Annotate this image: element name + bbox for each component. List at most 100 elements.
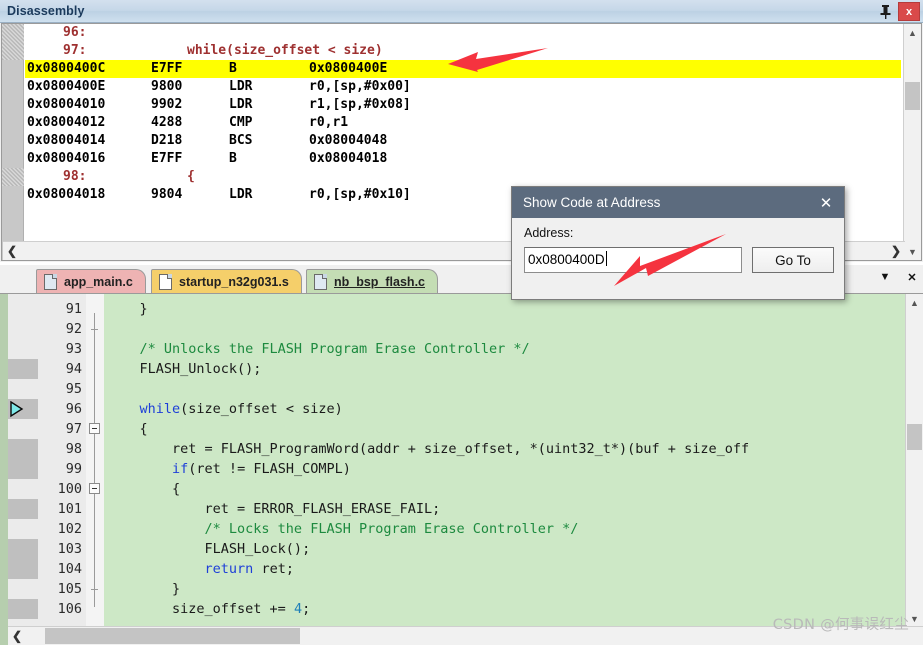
code-token: { xyxy=(107,421,148,437)
editor-code-line[interactable]: { xyxy=(104,479,905,499)
go-to-button[interactable]: Go To xyxy=(752,247,834,273)
editor-code-marker[interactable] xyxy=(8,499,38,519)
source-line-number: 98: xyxy=(63,169,87,184)
editor-fold-column[interactable] xyxy=(86,294,104,645)
code-token: { xyxy=(107,481,181,497)
instruction-address: 0x08004018 xyxy=(27,187,106,202)
editor-line-numbers: 91 92 93 94 95 96 97 98 99 100 101 102 103 104 105 106 xyxy=(38,294,86,645)
close-icon[interactable]: ✕ xyxy=(814,191,838,214)
instruction-operands: 0x08004018 xyxy=(309,151,388,166)
editor-line-number: 93 xyxy=(65,341,82,357)
editor-code-line[interactable]: if(ret != FLASH_COMPL) xyxy=(104,459,905,479)
editor-code-line[interactable]: ret = ERROR_FLASH_ERASE_FAIL; xyxy=(104,499,905,519)
scroll-down-icon[interactable]: ▼ xyxy=(904,243,921,260)
instruction-mnemonic: CMP xyxy=(229,115,253,130)
editor-code-line[interactable] xyxy=(104,319,905,339)
scrollbar-thumb[interactable] xyxy=(907,424,922,450)
disassembly-code-line[interactable]: 0x0800400E 9800 LDR r0,[sp,#0x00] xyxy=(25,78,901,96)
address-input[interactable]: 0x0800400D xyxy=(524,247,742,273)
instruction-address: 0x08004016 xyxy=(27,151,106,166)
scrollbar-thumb[interactable] xyxy=(905,82,920,110)
fold-toggle-icon[interactable] xyxy=(89,423,100,434)
scroll-left-icon[interactable]: ❮ xyxy=(3,242,21,260)
scroll-up-icon[interactable]: ▲ xyxy=(904,24,921,41)
disassembly-code-line[interactable]: 0x08004014 D218 BCS 0x08004048 xyxy=(25,132,901,150)
editor-code-area[interactable]: } /* Unlocks the FLASH Program Erase Con… xyxy=(104,294,905,627)
editor-code-line[interactable]: } xyxy=(104,299,905,319)
code-token: ; xyxy=(302,601,311,617)
editor-window: app_main.c startup_n32g031.s nb_bsp_flas… xyxy=(0,265,923,645)
instruction-operands: 0x08004048 xyxy=(309,133,388,148)
editor-code-line[interactable]: /* Unlocks the FLASH Program Erase Contr… xyxy=(104,339,905,359)
code-token: } xyxy=(107,581,181,597)
editor-code-line[interactable]: ret = FLASH_ProgramWord(addr + size_offs… xyxy=(104,439,905,459)
code-token: size_offset += xyxy=(107,601,294,617)
disassembly-gutter xyxy=(2,24,24,260)
editor-code-line[interactable]: FLASH_Unlock(); xyxy=(104,359,905,379)
editor-code-marker[interactable] xyxy=(8,539,38,559)
editor-line-number: 99 xyxy=(65,461,82,477)
instruction-mnemonic: LDR xyxy=(229,79,253,94)
tab-app-main-c[interactable]: app_main.c xyxy=(36,269,146,293)
pin-icon[interactable] xyxy=(877,3,894,20)
tab-nb-bsp-flash-c[interactable]: nb_bsp_flash.c xyxy=(306,269,438,293)
disassembly-code-line[interactable]: 0x08004012 4288 CMP r0,r1 xyxy=(25,114,901,132)
editor-code-marker[interactable] xyxy=(8,559,38,579)
disassembly-titlebar: Disassembly x xyxy=(0,0,923,23)
editor-code-marker[interactable] xyxy=(8,599,38,619)
editor-line-number: 103 xyxy=(57,541,82,557)
editor-code-marker[interactable] xyxy=(8,439,38,459)
disassembly-source-line[interactable]: 98: { xyxy=(25,168,901,186)
instruction-mnemonic: B xyxy=(229,61,237,76)
editor-line-number: 101 xyxy=(57,501,82,517)
fold-toggle-icon[interactable] xyxy=(89,483,100,494)
tab-startup-n32g031-s[interactable]: startup_n32g031.s xyxy=(151,269,302,293)
editor-tabbar-controls: ▼ ✕ xyxy=(878,269,919,285)
instruction-opcode: 9902 xyxy=(151,97,183,112)
disassembly-code-line[interactable]: 0x08004010 9902 LDR r1,[sp,#0x08] xyxy=(25,96,901,114)
editor-line-number: 97 xyxy=(65,421,82,437)
editor-line-number: 106 xyxy=(57,601,82,617)
editor-vertical-scrollbar[interactable]: ▲ ▼ xyxy=(905,294,923,627)
editor-code-line[interactable] xyxy=(104,379,905,399)
scroll-right-icon[interactable]: ❯ xyxy=(887,242,905,260)
close-icon[interactable]: x xyxy=(898,2,920,21)
editor-code-line[interactable]: { xyxy=(104,419,905,439)
disassembly-code-line[interactable]: 0x0800400C E7FF B 0x0800400E xyxy=(25,60,901,78)
disassembly-vertical-scrollbar[interactable]: ▲ ▼ xyxy=(903,24,921,260)
instruction-mnemonic: BCS xyxy=(229,133,253,148)
close-icon[interactable]: ✕ xyxy=(905,269,919,285)
instruction-mnemonic: LDR xyxy=(229,97,253,112)
editor-line-number: 98 xyxy=(65,441,82,457)
instruction-operands: r0,[sp,#0x10] xyxy=(309,187,411,202)
editor-code-line[interactable]: /* Locks the FLASH Program Erase Control… xyxy=(104,519,905,539)
instruction-address: 0x0800400E xyxy=(27,79,106,94)
code-token: } xyxy=(107,301,148,317)
instruction-address: 0x0800400C xyxy=(27,61,106,76)
tab-label: nb_bsp_flash.c xyxy=(334,274,425,289)
chevron-down-icon[interactable]: ▼ xyxy=(878,269,892,285)
scroll-up-icon[interactable]: ▲ xyxy=(906,294,923,311)
csdn-watermark: CSDN @何事误红尘 xyxy=(772,617,909,633)
editor-code-line[interactable]: return ret; xyxy=(104,559,905,579)
disassembly-source-line[interactable]: 97: while(size_offset < size) xyxy=(25,42,901,60)
scrollbar-thumb-h[interactable] xyxy=(45,628,300,644)
fold-guide-line xyxy=(94,313,95,607)
fold-end-tick xyxy=(91,589,98,590)
editor-code-line[interactable]: FLASH_Lock(); xyxy=(104,539,905,559)
code-token: FLASH_Unlock(); xyxy=(107,361,262,377)
editor-code-marker[interactable] xyxy=(8,359,38,379)
instruction-mnemonic: B xyxy=(229,151,237,166)
disassembly-source-line[interactable]: 96: xyxy=(25,24,901,42)
editor-code-line[interactable]: } xyxy=(104,579,905,599)
scroll-left-icon[interactable]: ❮ xyxy=(8,627,26,645)
editor-line-number: 92 xyxy=(65,321,82,337)
editor-code-line[interactable]: while(size_offset < size) xyxy=(104,399,905,419)
instruction-address: 0x08004010 xyxy=(27,97,106,112)
code-token: ret; xyxy=(253,561,294,577)
disassembly-code-line[interactable]: 0x08004016 E7FF B 0x08004018 xyxy=(25,150,901,168)
instruction-operands: 0x0800400E xyxy=(309,61,388,76)
editor-code-marker[interactable] xyxy=(8,459,38,479)
file-icon xyxy=(314,273,327,290)
